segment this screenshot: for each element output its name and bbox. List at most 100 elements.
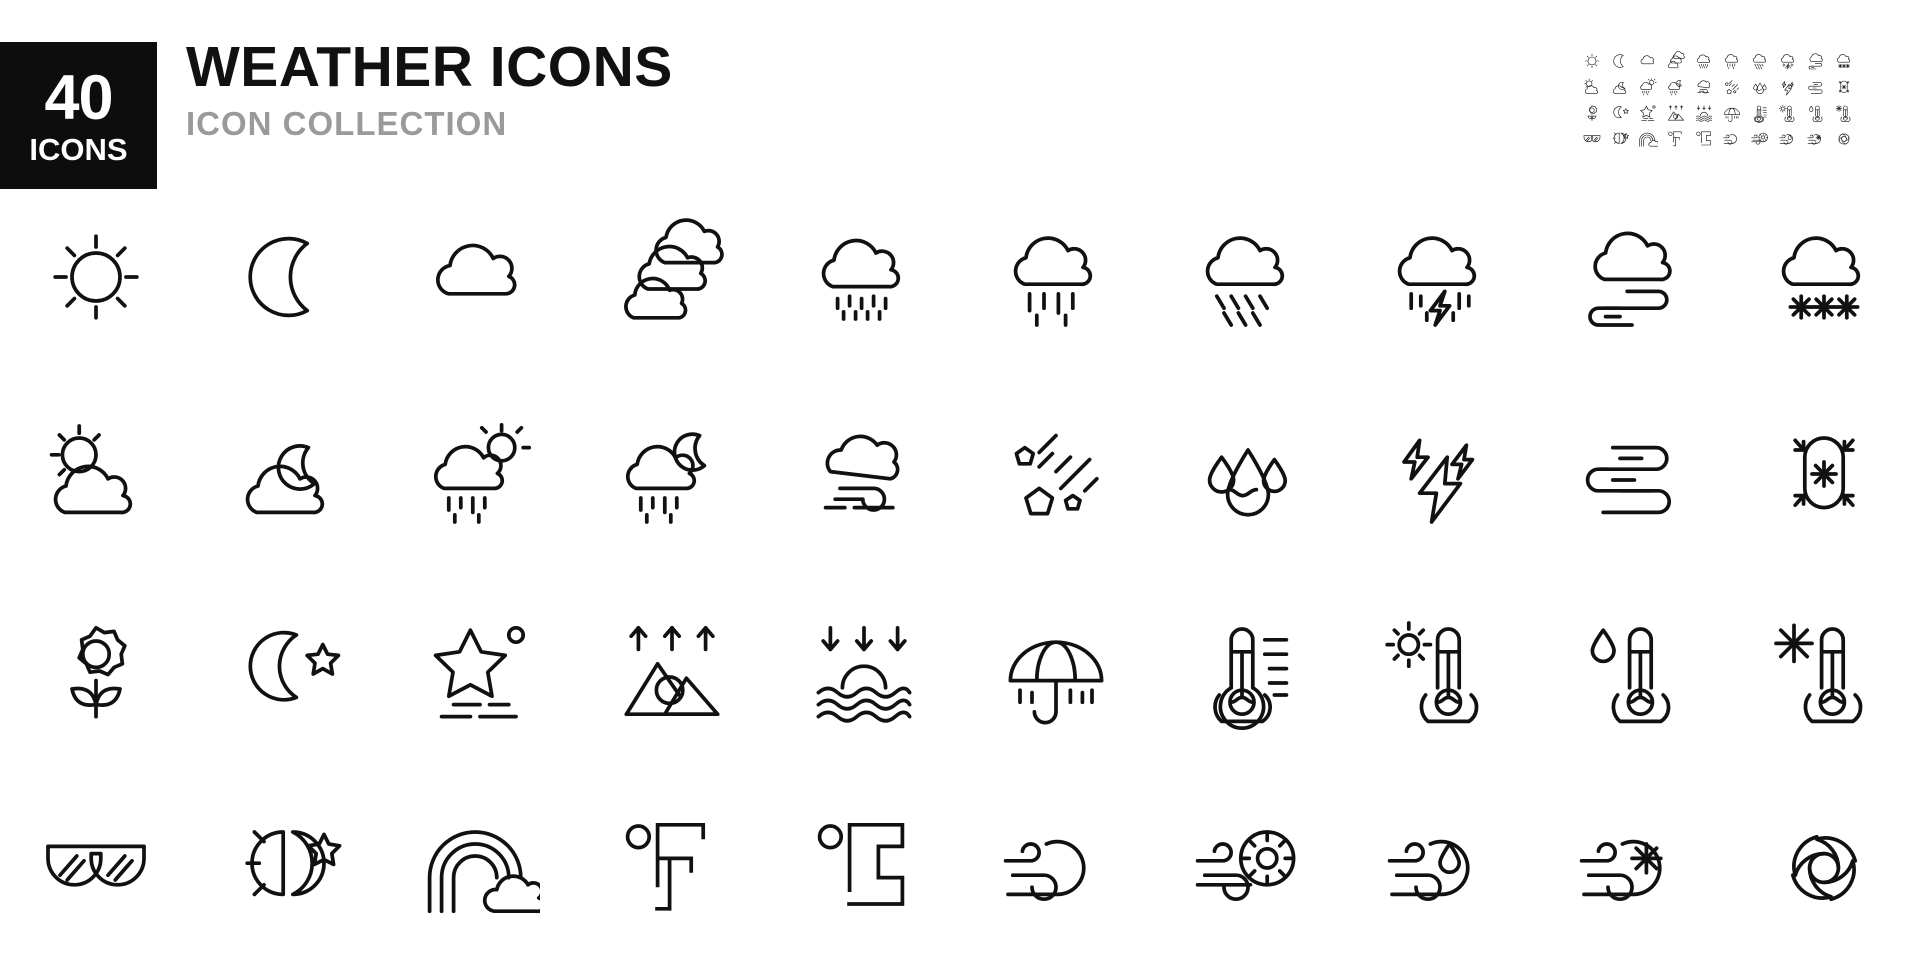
icon-cell-wind-lines[interactable] <box>1536 375 1728 572</box>
icon-cell-wind-cloud[interactable] <box>960 769 1152 966</box>
wind-cloud-icon <box>996 808 1116 928</box>
preview-moon-cloud-rain-icon <box>1662 74 1690 100</box>
preview-cloud-rain-icon <box>1718 48 1746 74</box>
icon-cell-sunglasses[interactable] <box>0 769 192 966</box>
thermometer-snow-icon <box>1764 611 1884 731</box>
icon-cell-cloud-fog[interactable] <box>768 375 960 572</box>
icon-cell-flower-spring[interactable] <box>0 572 192 769</box>
clouds-icon <box>612 217 732 337</box>
icon-cell-cloud-drizzle[interactable] <box>768 178 960 375</box>
preview-sun-cloud-rain-icon <box>1634 74 1662 100</box>
icon-cell-snowman-cold[interactable] <box>1728 375 1920 572</box>
icon-cell-wind-drop[interactable] <box>1344 769 1536 966</box>
icon-cell-fahrenheit[interactable] <box>576 769 768 966</box>
preview-day-night-icon <box>1606 126 1634 152</box>
rainbow-icon <box>420 808 540 928</box>
icon-cell-moon[interactable] <box>192 178 384 375</box>
moon-icon <box>228 217 348 337</box>
icon-cell-celsius[interactable] <box>768 769 960 966</box>
preview-star-haze-icon <box>1634 100 1662 126</box>
hurricane-icon <box>1764 808 1884 928</box>
preview-sunrise-mountains-icon <box>1662 100 1690 126</box>
preview-thermometer-drop-icon <box>1802 100 1830 126</box>
preview-fahrenheit-icon <box>1662 126 1690 152</box>
icon-cell-star-haze[interactable] <box>384 572 576 769</box>
icon-cell-sunrise-mountains[interactable] <box>576 572 768 769</box>
cloud-thunderstorm-icon <box>1380 217 1500 337</box>
day-night-icon <box>228 808 348 928</box>
sunset-sea-icon <box>804 611 924 731</box>
page-title: WEATHER ICONS <box>186 35 673 99</box>
icon-cell-clouds[interactable] <box>576 178 768 375</box>
preview-umbrella-rain-icon <box>1718 100 1746 126</box>
cloud-rain-icon <box>996 217 1116 337</box>
preview-clouds-icon <box>1662 48 1690 74</box>
umbrella-rain-icon <box>996 611 1116 731</box>
icon-count-badge: 40 ICONS <box>0 42 157 189</box>
preview-wind-cloud-icon <box>1718 126 1746 152</box>
icon-count-number: 40 <box>44 62 113 133</box>
flower-spring-icon <box>36 611 156 731</box>
preview-moon-cloud-icon <box>1606 74 1634 100</box>
preview-rainbow-icon <box>1634 126 1662 152</box>
preview-celsius-icon <box>1690 126 1718 152</box>
icon-cell-thermometer-sun[interactable] <box>1344 572 1536 769</box>
preview-sunglasses-icon <box>1578 126 1606 152</box>
preview-moon-star-icon <box>1606 100 1634 126</box>
preview-cloud-showers-icon <box>1746 48 1774 74</box>
icon-cell-humidity[interactable] <box>1152 375 1344 572</box>
icon-cell-moon-star[interactable] <box>192 572 384 769</box>
icon-cell-sun[interactable] <box>0 178 192 375</box>
wind-sun-icon <box>1188 808 1308 928</box>
icon-cell-lightning-bolts[interactable] <box>1344 375 1536 572</box>
cloud-showers-icon <box>1188 217 1308 337</box>
icon-cell-cloud-wind[interactable] <box>1536 178 1728 375</box>
cloud-icon <box>420 217 540 337</box>
icon-cell-rainbow[interactable] <box>384 769 576 966</box>
icon-cell-wind-sun[interactable] <box>1152 769 1344 966</box>
sun-cloud-icon <box>36 414 156 534</box>
icon-cell-hurricane[interactable] <box>1728 769 1920 966</box>
icon-cell-cloud-rain[interactable] <box>960 178 1152 375</box>
icon-cell-thermometer-snow[interactable] <box>1728 572 1920 769</box>
preview-wind-snow-icon <box>1802 126 1830 152</box>
icon-cell-cloud-thunderstorm[interactable] <box>1344 178 1536 375</box>
preview-moon-icon <box>1606 48 1634 74</box>
thermometer-drop-icon <box>1572 611 1692 731</box>
preview-thumbnail-grid <box>1578 48 1858 152</box>
preview-cloud-snow-icon <box>1830 48 1858 74</box>
icon-cell-moon-cloud-rain[interactable] <box>576 375 768 572</box>
icon-cell-sun-cloud-rain[interactable] <box>384 375 576 572</box>
preview-cloud-wind-icon <box>1802 48 1830 74</box>
cloud-fog-icon <box>804 414 924 534</box>
icon-cell-umbrella-rain[interactable] <box>960 572 1152 769</box>
thermometer-scale-icon <box>1188 611 1308 731</box>
preview-snowman-cold-icon <box>1830 74 1858 100</box>
title-block: WEATHER ICONS ICON COLLECTION <box>186 35 673 140</box>
icon-cell-sunset-sea[interactable] <box>768 572 960 769</box>
icon-cell-thermometer-scale[interactable] <box>1152 572 1344 769</box>
icon-cell-cloud-snow[interactable] <box>1728 178 1920 375</box>
celsius-icon <box>804 808 924 928</box>
moon-star-icon <box>228 611 348 731</box>
icon-cell-moon-cloud[interactable] <box>192 375 384 572</box>
icon-cell-wind-snow[interactable] <box>1536 769 1728 966</box>
preview-cloud-thunderstorm-icon <box>1774 48 1802 74</box>
icon-cell-sun-cloud[interactable] <box>0 375 192 572</box>
icon-cell-cloud[interactable] <box>384 178 576 375</box>
preview-lightning-bolts-icon <box>1774 74 1802 100</box>
preview-meteor-hail-icon <box>1718 74 1746 100</box>
preview-sunset-sea-icon <box>1690 100 1718 126</box>
icon-cell-thermometer-drop[interactable] <box>1536 572 1728 769</box>
sun-icon <box>36 217 156 337</box>
header: 40 ICONS WEATHER ICONS ICON COLLECTION <box>0 0 1920 190</box>
icon-cell-day-night[interactable] <box>192 769 384 966</box>
icon-cell-meteor-hail[interactable] <box>960 375 1152 572</box>
lightning-bolts-icon <box>1380 414 1500 534</box>
preview-sun-icon <box>1578 48 1606 74</box>
icon-cell-cloud-showers[interactable] <box>1152 178 1344 375</box>
snowman-cold-icon <box>1764 414 1884 534</box>
preview-cloud-fog-icon <box>1690 74 1718 100</box>
cloud-wind-icon <box>1572 217 1692 337</box>
preview-wind-drop-icon <box>1774 126 1802 152</box>
